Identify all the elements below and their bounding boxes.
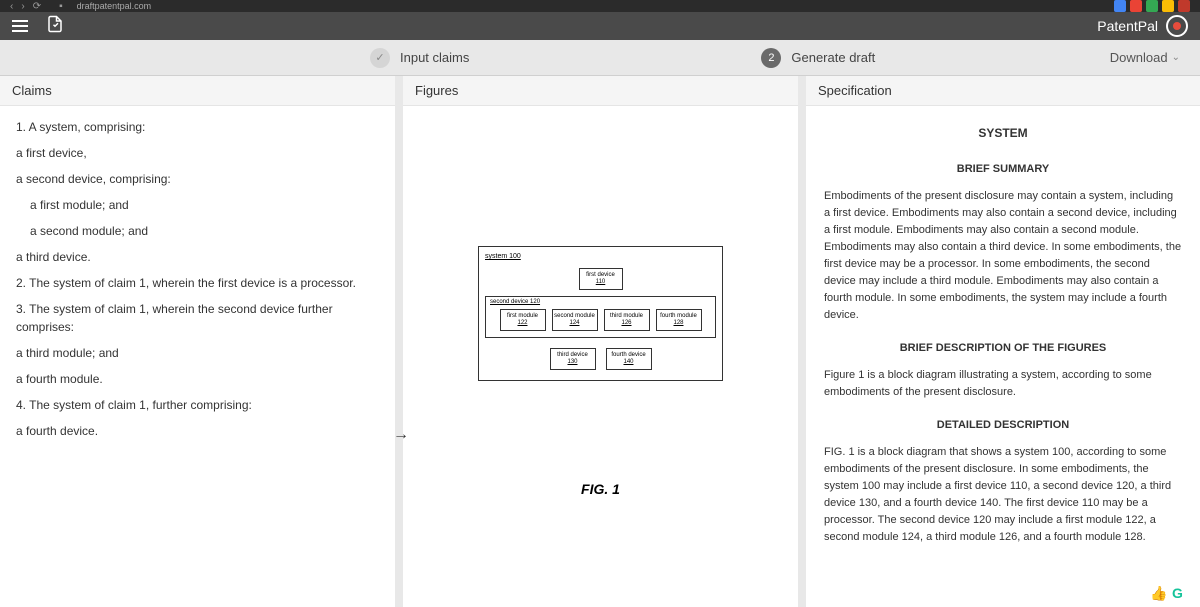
- figure-second-device: second device 120 first module122 second…: [485, 296, 716, 338]
- chevron-down-icon: ⌄: [1172, 52, 1180, 63]
- lock-icon: ▪: [59, 1, 63, 12]
- main-columns: Claims 1. A system, comprising: a first …: [0, 76, 1200, 607]
- spec-header: Specification: [806, 76, 1200, 106]
- figure-canvas[interactable]: system 100 first device110 second device…: [403, 106, 798, 607]
- ext-icon[interactable]: [1130, 0, 1142, 12]
- claim-text: a second device, comprising:: [16, 170, 379, 188]
- claims-panel: Claims 1. A system, comprising: a first …: [0, 76, 395, 607]
- ext-icon[interactable]: [1162, 0, 1174, 12]
- arrow-right-icon[interactable]: →: [392, 426, 410, 444]
- spec-paragraph: Figure 1 is a block diagram illustrating…: [824, 367, 1182, 401]
- download-button[interactable]: Download ⌄: [1110, 50, 1180, 65]
- brand: PatentPal: [1097, 15, 1188, 37]
- spec-body[interactable]: SYSTEM BRIEF SUMMARY Embodiments of the …: [806, 106, 1200, 568]
- claim-text: 4. The system of claim 1, further compri…: [16, 396, 379, 414]
- thumbs-up-icon[interactable]: 👍: [1150, 585, 1166, 601]
- spec-paragraph: FIG. 1 is a block diagram that shows a s…: [824, 444, 1182, 546]
- stepper-bar: ✓ Input claims 2 Generate draft Download…: [0, 40, 1200, 76]
- reload-icon[interactable]: ⟳: [33, 1, 41, 12]
- figure-first-device: first device110: [579, 268, 623, 290]
- claim-text: a third module; and: [16, 344, 379, 362]
- app-header: PatentPal: [0, 12, 1200, 40]
- figure-caption: FIG. 1: [581, 481, 620, 497]
- step-label: Generate draft: [791, 50, 875, 65]
- back-icon[interactable]: ‹: [10, 1, 13, 12]
- claim-text: 2. The system of claim 1, wherein the fi…: [16, 274, 379, 292]
- browser-chrome-bar: ‹ › ⟳ ▪ draftpatentpal.com: [0, 0, 1200, 12]
- figures-panel: → Figures system 100 first device110 sec…: [403, 76, 798, 607]
- ext-icon[interactable]: [1114, 0, 1126, 12]
- step-input-claims[interactable]: ✓ Input claims: [370, 48, 469, 68]
- claims-header: Claims: [0, 76, 395, 106]
- spec-title: SYSTEM: [824, 124, 1182, 143]
- specification-panel: Specification SYSTEM BRIEF SUMMARY Embod…: [806, 76, 1200, 607]
- claim-text: a fourth module.: [16, 370, 379, 388]
- claim-text: a fourth device.: [16, 422, 379, 440]
- spec-heading: DETAILED DESCRIPTION: [824, 417, 1182, 434]
- spec-heading: BRIEF SUMMARY: [824, 161, 1182, 178]
- spec-paragraph: Embodiments of the present disclosure ma…: [824, 188, 1182, 324]
- figure-label: second device 120: [490, 299, 711, 309]
- figure-module: second module124: [552, 309, 598, 331]
- brand-name: PatentPal: [1097, 18, 1158, 34]
- extension-icons: [1114, 0, 1190, 12]
- checkmark-icon: ✓: [370, 48, 390, 68]
- document-icon[interactable]: [46, 15, 64, 38]
- url-text[interactable]: draftpatentpal.com: [77, 1, 152, 11]
- figure-label: system 100: [483, 253, 718, 264]
- grammarly-icon[interactable]: G: [1172, 585, 1188, 601]
- claim-text: 1. A system, comprising:: [16, 118, 379, 136]
- claim-text: a third device.: [16, 248, 379, 266]
- figures-header: Figures: [403, 76, 798, 106]
- step-number: 2: [761, 48, 781, 68]
- ext-icon[interactable]: [1178, 0, 1190, 12]
- figure-module: fourth module128: [656, 309, 702, 331]
- claim-text: a second module; and: [30, 222, 379, 240]
- step-generate-draft[interactable]: 2 Generate draft: [761, 48, 875, 68]
- figure-fourth-device: fourth device140: [606, 348, 652, 370]
- hamburger-icon[interactable]: [12, 20, 28, 32]
- claims-body[interactable]: 1. A system, comprising: a first device,…: [0, 106, 395, 607]
- step-label: Input claims: [400, 50, 469, 65]
- claim-text: a first module; and: [30, 196, 379, 214]
- spec-heading: BRIEF DESCRIPTION OF THE FIGURES: [824, 340, 1182, 357]
- claim-text: 3. The system of claim 1, wherein the se…: [16, 300, 379, 336]
- claim-text: a first device,: [16, 144, 379, 162]
- forward-icon[interactable]: ›: [21, 1, 24, 12]
- figure-module: third module126: [604, 309, 650, 331]
- figure-system-box: system 100 first device110 second device…: [478, 246, 723, 381]
- brand-logo-icon: [1166, 15, 1188, 37]
- ext-icon[interactable]: [1146, 0, 1158, 12]
- figure-third-device: third device130: [550, 348, 596, 370]
- figure-module: first module122: [500, 309, 546, 331]
